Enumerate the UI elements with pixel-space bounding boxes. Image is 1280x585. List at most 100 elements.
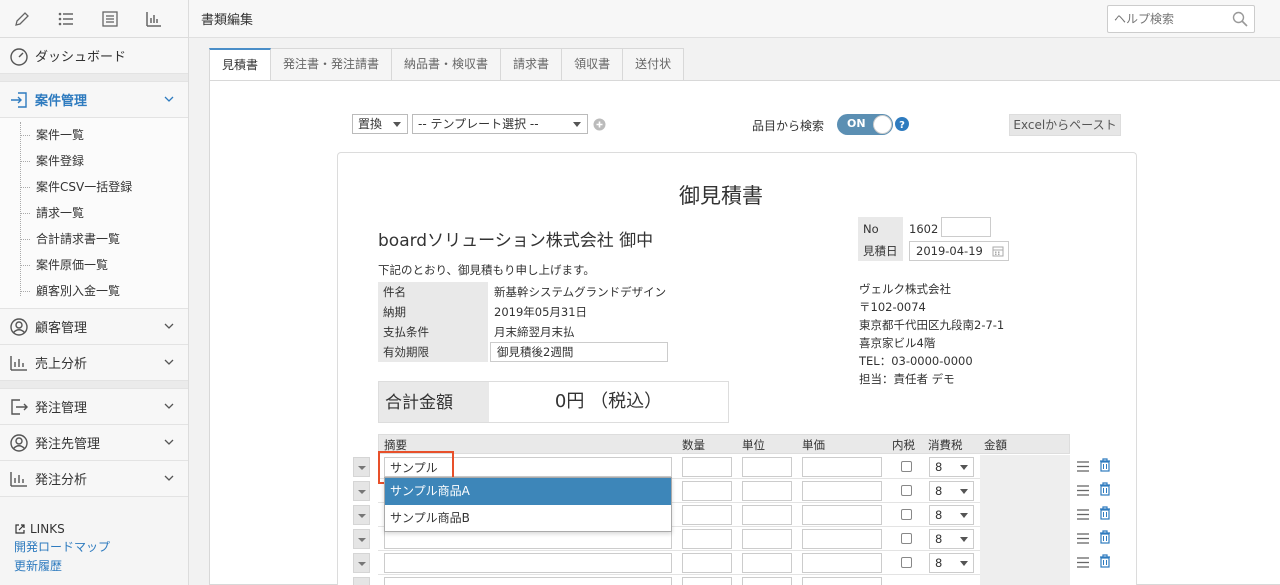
help-search-input[interactable] (1108, 6, 1228, 32)
description-field[interactable] (384, 529, 672, 549)
unit-field[interactable] (742, 457, 792, 477)
tab-delivery[interactable]: 納品書・検収書 (392, 48, 502, 81)
tax-included-checkbox[interactable] (901, 509, 912, 520)
tax-included-checkbox[interactable] (901, 461, 912, 472)
quantity-field[interactable] (682, 481, 732, 501)
tab-purchase-order[interactable]: 発注書・発注請書 (271, 48, 393, 81)
trash-icon[interactable] (1099, 554, 1111, 568)
description-field[interactable] (384, 553, 672, 573)
submenu-item[interactable]: 合計請求書一覧 (0, 226, 188, 252)
description-field[interactable] (384, 577, 672, 585)
date-field[interactable]: 2019-04-19 (909, 240, 1009, 261)
submenu-item[interactable]: 顧客別入金一覧 (0, 278, 188, 304)
link-changelog[interactable]: 更新履歴 (14, 557, 110, 576)
amount-cell (980, 527, 1070, 551)
nav-order-analysis[interactable]: 発注分析 (0, 461, 188, 497)
trash-icon[interactable] (1099, 506, 1111, 520)
autocomplete-option[interactable]: サンプル商品B (385, 505, 671, 532)
trash-icon[interactable] (1099, 482, 1111, 496)
tax-included-checkbox[interactable] (901, 557, 912, 568)
unit-price-field[interactable] (802, 505, 882, 525)
calendar-icon[interactable] (992, 245, 1004, 257)
tab-cover-letter[interactable]: 送付状 (623, 48, 685, 81)
company-info[interactable]: ヴェルク株式会社 〒102-0074 東京都千代田区九段南2-7-1 喜京家ビル… (859, 280, 1004, 388)
submenu-item[interactable]: 案件CSV一括登録 (0, 174, 188, 200)
detail-list-icon[interactable] (88, 0, 132, 38)
unit-price-field[interactable] (802, 529, 882, 549)
bar-chart-icon[interactable] (132, 0, 176, 38)
unit-price-field[interactable] (802, 577, 882, 585)
tax-select[interactable]: 8 (929, 457, 974, 477)
row-menu-toggle[interactable] (353, 529, 370, 549)
tax-select[interactable]: 8 (929, 505, 974, 525)
replace-select[interactable]: 置換 (352, 114, 408, 134)
info-value[interactable]: 新基幹システムグランドデザイン (488, 282, 671, 302)
quantity-field[interactable] (682, 553, 732, 573)
quantity-field[interactable] (682, 529, 732, 549)
row-menu-toggle[interactable] (353, 577, 370, 585)
replace-select-value: 置換 (358, 117, 383, 131)
nav-vendor-management[interactable]: 発注先管理 (0, 425, 188, 461)
unit-price-field[interactable] (802, 553, 882, 573)
submenu-item[interactable]: 案件登録 (0, 148, 188, 174)
nav-dashboard[interactable]: ダッシュボード (0, 38, 188, 74)
tab-estimate[interactable]: 見積書 (209, 48, 272, 81)
tab-receipt[interactable]: 領収書 (562, 48, 624, 81)
drag-handle-icon[interactable] (1076, 508, 1090, 521)
link-roadmap[interactable]: 開発ロードマップ (14, 538, 110, 557)
no-value: 1602 (909, 221, 939, 236)
tax-included-checkbox[interactable] (901, 485, 912, 496)
submenu-item[interactable]: 案件一覧 (0, 122, 188, 148)
excel-paste-button[interactable]: Excelからペースト (1009, 114, 1121, 136)
unit-price-field[interactable] (802, 481, 882, 501)
row-menu-toggle[interactable] (353, 553, 370, 573)
info-value[interactable]: 月末締翌月末払 (488, 322, 671, 342)
tax-select[interactable]: 8 (929, 481, 974, 501)
no-suffix-field[interactable] (941, 217, 991, 237)
tab-invoice[interactable]: 請求書 (501, 48, 563, 81)
greeting-text[interactable]: 下記のとおり、御見積もり申し上げます。 (378, 262, 595, 278)
nav-order-management[interactable]: 発注管理 (0, 389, 188, 425)
submenu-item[interactable]: 請求一覧 (0, 200, 188, 226)
autocomplete-option[interactable]: サンプル商品A (385, 478, 671, 505)
nav-customer-management[interactable]: 顧客管理 (0, 309, 188, 345)
tax-included-checkbox[interactable] (901, 533, 912, 544)
drag-handle-icon[interactable] (1076, 532, 1090, 545)
quantity-field[interactable] (682, 505, 732, 525)
trash-icon[interactable] (1099, 458, 1111, 472)
nav-sales-analysis[interactable]: 売上分析 (0, 345, 188, 381)
table-row (353, 575, 1153, 585)
search-icon[interactable] (1232, 11, 1248, 27)
tax-select[interactable]: 8 (929, 529, 974, 549)
validity-field[interactable]: 御見積後2週間 (490, 342, 668, 362)
tax-select[interactable]: 8 (929, 553, 974, 573)
quantity-field[interactable] (682, 577, 732, 585)
drag-handle-icon[interactable] (1076, 556, 1090, 569)
info-value[interactable]: 2019年05月31日 (488, 302, 671, 322)
row-menu-toggle[interactable] (353, 481, 370, 501)
unit-price-field[interactable] (802, 457, 882, 477)
help-icon[interactable]: ? (895, 117, 909, 131)
item-search-toggle[interactable]: ON (837, 114, 893, 135)
drag-handle-icon[interactable] (1076, 460, 1090, 473)
amount-cell (980, 551, 1070, 575)
submenu-item[interactable]: 案件原価一覧 (0, 252, 188, 278)
unit-field[interactable] (742, 577, 792, 585)
list-icon[interactable] (44, 0, 88, 38)
pencil-icon[interactable] (0, 0, 44, 38)
unit-field[interactable] (742, 481, 792, 501)
trash-icon[interactable] (1099, 530, 1111, 544)
add-template-icon[interactable] (593, 118, 606, 131)
nav-case-management[interactable]: 案件管理 (0, 82, 188, 118)
client-name[interactable]: boardソリューション株式会社 御中 (378, 226, 653, 251)
quantity-field[interactable] (682, 457, 732, 477)
info-row: 支払条件 月末締翌月末払 (378, 322, 671, 342)
drag-handle-icon[interactable] (1076, 484, 1090, 497)
row-menu-toggle[interactable] (353, 505, 370, 525)
unit-field[interactable] (742, 505, 792, 525)
row-menu-toggle[interactable] (353, 457, 370, 477)
unit-field[interactable] (742, 553, 792, 573)
unit-field[interactable] (742, 529, 792, 549)
sidebar-toolbar (0, 0, 188, 38)
template-select[interactable]: -- テンプレート選択 -- (412, 114, 588, 134)
